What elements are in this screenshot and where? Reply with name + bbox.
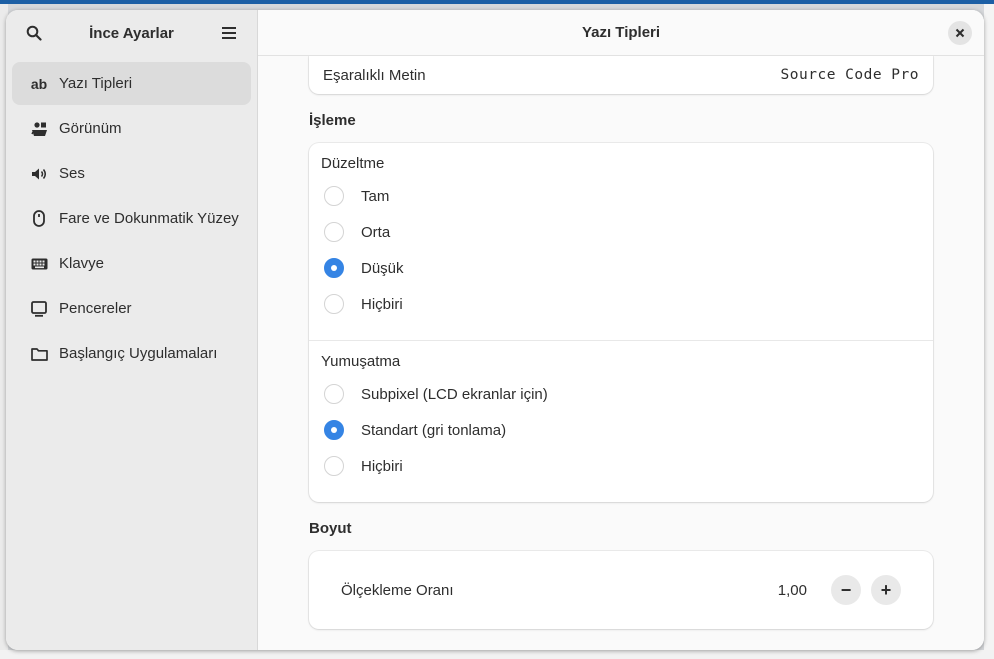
sidebar-item-keyboard[interactable]: Klavye (12, 242, 251, 285)
sidebar-item-fonts[interactable]: ab Yazı Tipleri (12, 62, 251, 105)
antialiasing-option-subpixel[interactable]: Subpixel (LCD ekranlar için) (321, 376, 921, 412)
hinting-option-slight[interactable]: Düşük (321, 250, 921, 286)
radio-button[interactable] (324, 294, 344, 314)
mouse-icon (30, 210, 48, 228)
radio-button-selected[interactable] (324, 420, 344, 440)
sidebar-item-windows[interactable]: Pencereler (12, 287, 251, 330)
divider (309, 340, 933, 341)
sidebar-item-label: Başlangıç Uygulamaları (59, 345, 218, 362)
search-button[interactable] (20, 19, 48, 47)
close-icon (955, 28, 965, 38)
rendering-card: Düzeltme Tam Orta Düşük Hiçbiri Yumuşatm… (309, 143, 933, 502)
close-button[interactable] (948, 21, 972, 45)
scaling-factor-value[interactable]: 1,00 (778, 582, 807, 599)
sidebar-item-label: Pencereler (59, 300, 132, 317)
radio-button[interactable] (324, 222, 344, 242)
background-bottom (0, 650, 994, 659)
increment-button[interactable]: + (871, 575, 901, 605)
settings-content: Eşaralıklı Metin Source Code Pro İşleme … (309, 56, 933, 629)
sidebar-item-startup-apps[interactable]: Başlangıç Uygulamaları (12, 332, 251, 375)
background-right-window (984, 4, 994, 659)
sidebar-item-label: Klavye (59, 255, 105, 272)
radio-label: Hiçbiri (361, 295, 403, 313)
hinting-option-full[interactable]: Tam (321, 178, 921, 214)
antialiasing-option-none[interactable]: Hiçbiri (321, 448, 921, 484)
scaling-factor-spinner: 1,00 − + (778, 575, 901, 605)
sidebar-item-label: Fare ve Dokunmatik Yüzey (59, 210, 239, 227)
radio-label: Hiçbiri (361, 457, 403, 475)
background-top-bar (0, 0, 994, 4)
radio-label: Orta (361, 223, 391, 241)
hinting-option-none[interactable]: Hiçbiri (321, 286, 921, 322)
sidebar: İnce Ayarlar ab Yazı Tipleri Görünüm Ses (6, 10, 258, 650)
sidebar-item-label: Görünüm (59, 120, 122, 137)
antialiasing-title: Yumuşatma (321, 353, 401, 370)
keyboard-icon (30, 255, 48, 273)
search-icon (26, 25, 42, 41)
tweaks-window: İnce Ayarlar ab Yazı Tipleri Görünüm Ses (6, 10, 984, 650)
page-title: Yazı Tipleri (581, 24, 661, 41)
decrement-button[interactable]: − (831, 575, 861, 605)
radio-button[interactable] (324, 384, 344, 404)
size-section-title: Boyut (309, 520, 352, 537)
speaker-icon (30, 165, 48, 183)
monospace-font-value[interactable]: Source Code Pro (781, 67, 919, 83)
folder-icon (30, 345, 48, 363)
radio-label: Tam (361, 187, 390, 205)
monospace-font-label: Eşaralıklı Metin (323, 66, 426, 84)
radio-label: Düşük (361, 259, 404, 277)
sidebar-item-appearance[interactable]: Görünüm (12, 107, 251, 150)
appearance-icon (30, 120, 48, 138)
hamburger-menu-icon (222, 27, 236, 39)
scaling-factor-label: Ölçekleme Oranı (341, 581, 454, 599)
radio-button-selected[interactable] (324, 258, 344, 278)
sidebar-header: İnce Ayarlar (6, 10, 257, 56)
monospace-font-row[interactable]: Eşaralıklı Metin Source Code Pro (309, 56, 933, 94)
rendering-section-title: İşleme (309, 112, 356, 129)
main-panel: Yazı Tipleri Eşaralıklı Metin Source Cod… (258, 10, 984, 650)
main-menu-button[interactable] (215, 19, 243, 47)
radio-button[interactable] (324, 456, 344, 476)
sidebar-item-mouse-touchpad[interactable]: Fare ve Dokunmatik Yüzey (12, 197, 251, 240)
antialiasing-option-standard[interactable]: Standart (gri tonlama) (321, 412, 921, 448)
hinting-option-medium[interactable]: Orta (321, 214, 921, 250)
scaling-factor-row: Ölçekleme Oranı 1,00 − + (309, 551, 933, 629)
window-icon (30, 300, 48, 318)
radio-button[interactable] (324, 186, 344, 206)
radio-label: Standart (gri tonlama) (361, 421, 507, 439)
hinting-title: Düzeltme (321, 155, 385, 172)
fonts-icon: ab (30, 75, 48, 92)
sidebar-item-label: Yazı Tipleri (59, 75, 133, 92)
sidebar-item-label: Ses (59, 165, 85, 182)
sidebar-nav: ab Yazı Tipleri Görünüm Ses Fare ve Doku… (6, 56, 257, 375)
main-header: Yazı Tipleri (258, 10, 984, 56)
radio-label: Subpixel (LCD ekranlar için) (361, 385, 548, 403)
sidebar-item-sound[interactable]: Ses (12, 152, 251, 195)
sidebar-title: İnce Ayarlar (89, 24, 174, 42)
